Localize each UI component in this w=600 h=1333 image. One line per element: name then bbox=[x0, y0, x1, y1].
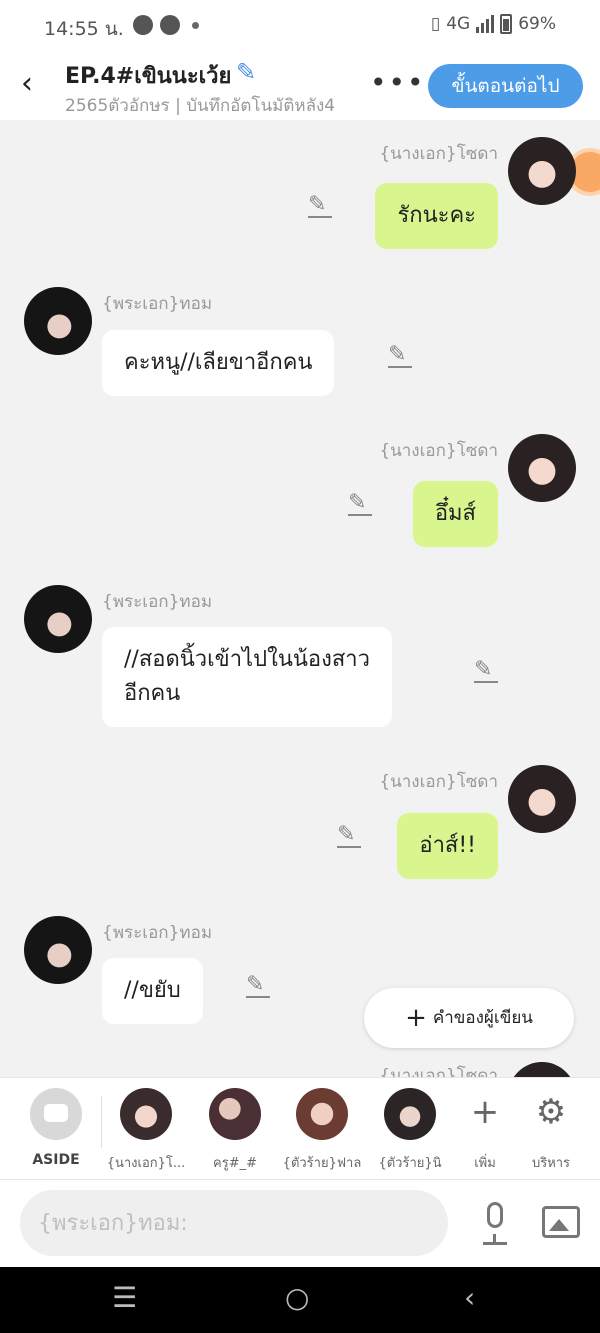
author-note-label: คำของผู้เขียน bbox=[432, 1008, 533, 1028]
sender-name: {นางเอก}โซดา bbox=[379, 441, 498, 461]
chat-area: {นางเอก}โซดา ✎ รักนะคะ {พระเอก}ทอม คะหนู… bbox=[0, 120, 600, 1077]
back-button[interactable]: ‹ bbox=[12, 66, 42, 106]
status-right: ▯ 4G 69% bbox=[431, 14, 556, 34]
avatar-hero[interactable] bbox=[24, 916, 92, 984]
manage-button[interactable]: ⚙ บริหาร bbox=[511, 1088, 591, 1173]
line-icon bbox=[160, 15, 180, 35]
edit-message-icon[interactable]: ✎ bbox=[388, 342, 414, 368]
app-screen: 14:55 น. ▯ 4G 69% ‹ EP.4#เขินนะเว้ย ✎ 25… bbox=[0, 0, 600, 1333]
home-icon[interactable]: ○ bbox=[285, 1281, 309, 1314]
character-avatar bbox=[209, 1088, 261, 1140]
character-teacher[interactable]: ครู#_# bbox=[195, 1088, 275, 1173]
message-bubble[interactable]: รักนะคะ bbox=[375, 183, 498, 249]
character-villain-2[interactable]: {ตัวร้าย}นิ bbox=[370, 1088, 450, 1173]
author-note-button[interactable]: + คำของผู้เขียน bbox=[364, 988, 574, 1048]
avatar-heroine[interactable] bbox=[508, 137, 576, 205]
character-avatar bbox=[384, 1088, 436, 1140]
sender-name: {นางเอก}โซดา bbox=[379, 772, 498, 792]
sender-name: {พระเอก}ทอม bbox=[102, 294, 213, 314]
microphone-icon[interactable] bbox=[480, 1202, 510, 1246]
input-bar bbox=[0, 1179, 600, 1267]
back-nav-icon[interactable]: ‹ bbox=[464, 1281, 475, 1314]
message-bubble[interactable]: //ขยับ bbox=[102, 958, 203, 1024]
edit-message-icon[interactable]: ✎ bbox=[308, 192, 334, 218]
avatar-heroine[interactable] bbox=[508, 1062, 576, 1077]
episode-subtitle: 2565ตัวอักษร | บันทึกอัตโนมัติหลัง4 bbox=[65, 96, 336, 116]
episode-title[interactable]: EP.4#เขินนะเว้ย bbox=[65, 58, 231, 93]
network-type: 4G bbox=[446, 14, 471, 34]
more-menu-button[interactable]: ••• bbox=[370, 66, 426, 99]
edit-message-icon[interactable]: ✎ bbox=[348, 490, 374, 516]
character-avatar bbox=[296, 1088, 348, 1140]
avatar-heroine[interactable] bbox=[508, 434, 576, 502]
next-step-button[interactable]: ขั้นตอนต่อไป bbox=[428, 64, 583, 108]
gear-icon: ⚙ bbox=[535, 1092, 567, 1132]
message-bubble[interactable]: //สอดนิ้วเข้าไปในน้องสาว อีกคน bbox=[102, 627, 392, 727]
character-avatar bbox=[120, 1088, 172, 1140]
aside-label: ASIDE bbox=[32, 1152, 80, 1168]
editor-header: ‹ EP.4#เขินนะเว้ย ✎ 2565ตัวอักษร | บันทึ… bbox=[0, 52, 600, 120]
status-bar: 14:55 น. ▯ 4G 69% bbox=[0, 0, 600, 52]
message-bubble[interactable]: อ่าส์!! bbox=[397, 813, 498, 879]
avatar-hero[interactable] bbox=[24, 585, 92, 653]
messenger-icon bbox=[133, 15, 153, 35]
character-label: {ตัวร้าย}ฟาล bbox=[282, 1156, 362, 1171]
divider bbox=[101, 1096, 102, 1148]
aside-button[interactable]: ASIDE bbox=[16, 1088, 96, 1168]
message-input[interactable] bbox=[20, 1190, 448, 1256]
edit-title-icon[interactable]: ✎ bbox=[236, 58, 256, 86]
sender-name: {นางเอก}โซดา bbox=[379, 144, 498, 164]
image-icon[interactable] bbox=[542, 1206, 580, 1238]
avatar-hero[interactable] bbox=[24, 287, 92, 355]
character-villain-1[interactable]: {ตัวร้าย}ฟาล bbox=[282, 1088, 362, 1173]
status-time: 14:55 น. bbox=[44, 18, 124, 40]
system-nav-bar: ☰ ○ ‹ bbox=[0, 1267, 600, 1333]
plus-icon: + bbox=[405, 1003, 427, 1033]
recent-apps-icon[interactable]: ☰ bbox=[112, 1281, 137, 1314]
message-bubble[interactable]: อึ๋มส์ bbox=[412, 481, 498, 547]
notification-dot-icon bbox=[192, 22, 199, 29]
avatar-heroine[interactable] bbox=[508, 765, 576, 833]
sender-name: {นางเอก}โซดา bbox=[379, 1066, 498, 1077]
sender-name: {พระเอก}ทอม bbox=[102, 923, 213, 943]
character-label: {นางเอก}โ... bbox=[106, 1156, 186, 1171]
edit-message-icon[interactable]: ✎ bbox=[337, 822, 363, 848]
character-label: {ตัวร้าย}นิ bbox=[378, 1156, 442, 1171]
edit-message-icon[interactable]: ✎ bbox=[474, 657, 500, 683]
character-heroine[interactable]: {นางเอก}โ... bbox=[106, 1088, 186, 1173]
character-bar: ASIDE {นางเอก}โ... ครู#_# {ตัวร้าย}ฟาล {… bbox=[0, 1077, 600, 1179]
vibrate-icon: ▯ bbox=[430, 14, 441, 34]
manage-label: บริหาร bbox=[531, 1156, 571, 1171]
sender-name: {พระเอก}ทอม bbox=[102, 592, 213, 612]
battery-level: 69% bbox=[518, 14, 556, 34]
edit-message-icon[interactable]: ✎ bbox=[246, 972, 272, 998]
battery-icon bbox=[500, 14, 513, 34]
message-bubble[interactable]: คะหนู//เลียขาอีกคน bbox=[102, 330, 335, 396]
signal-icon bbox=[476, 15, 495, 33]
character-label: ครู#_# bbox=[213, 1156, 257, 1171]
aside-icon bbox=[30, 1088, 82, 1140]
